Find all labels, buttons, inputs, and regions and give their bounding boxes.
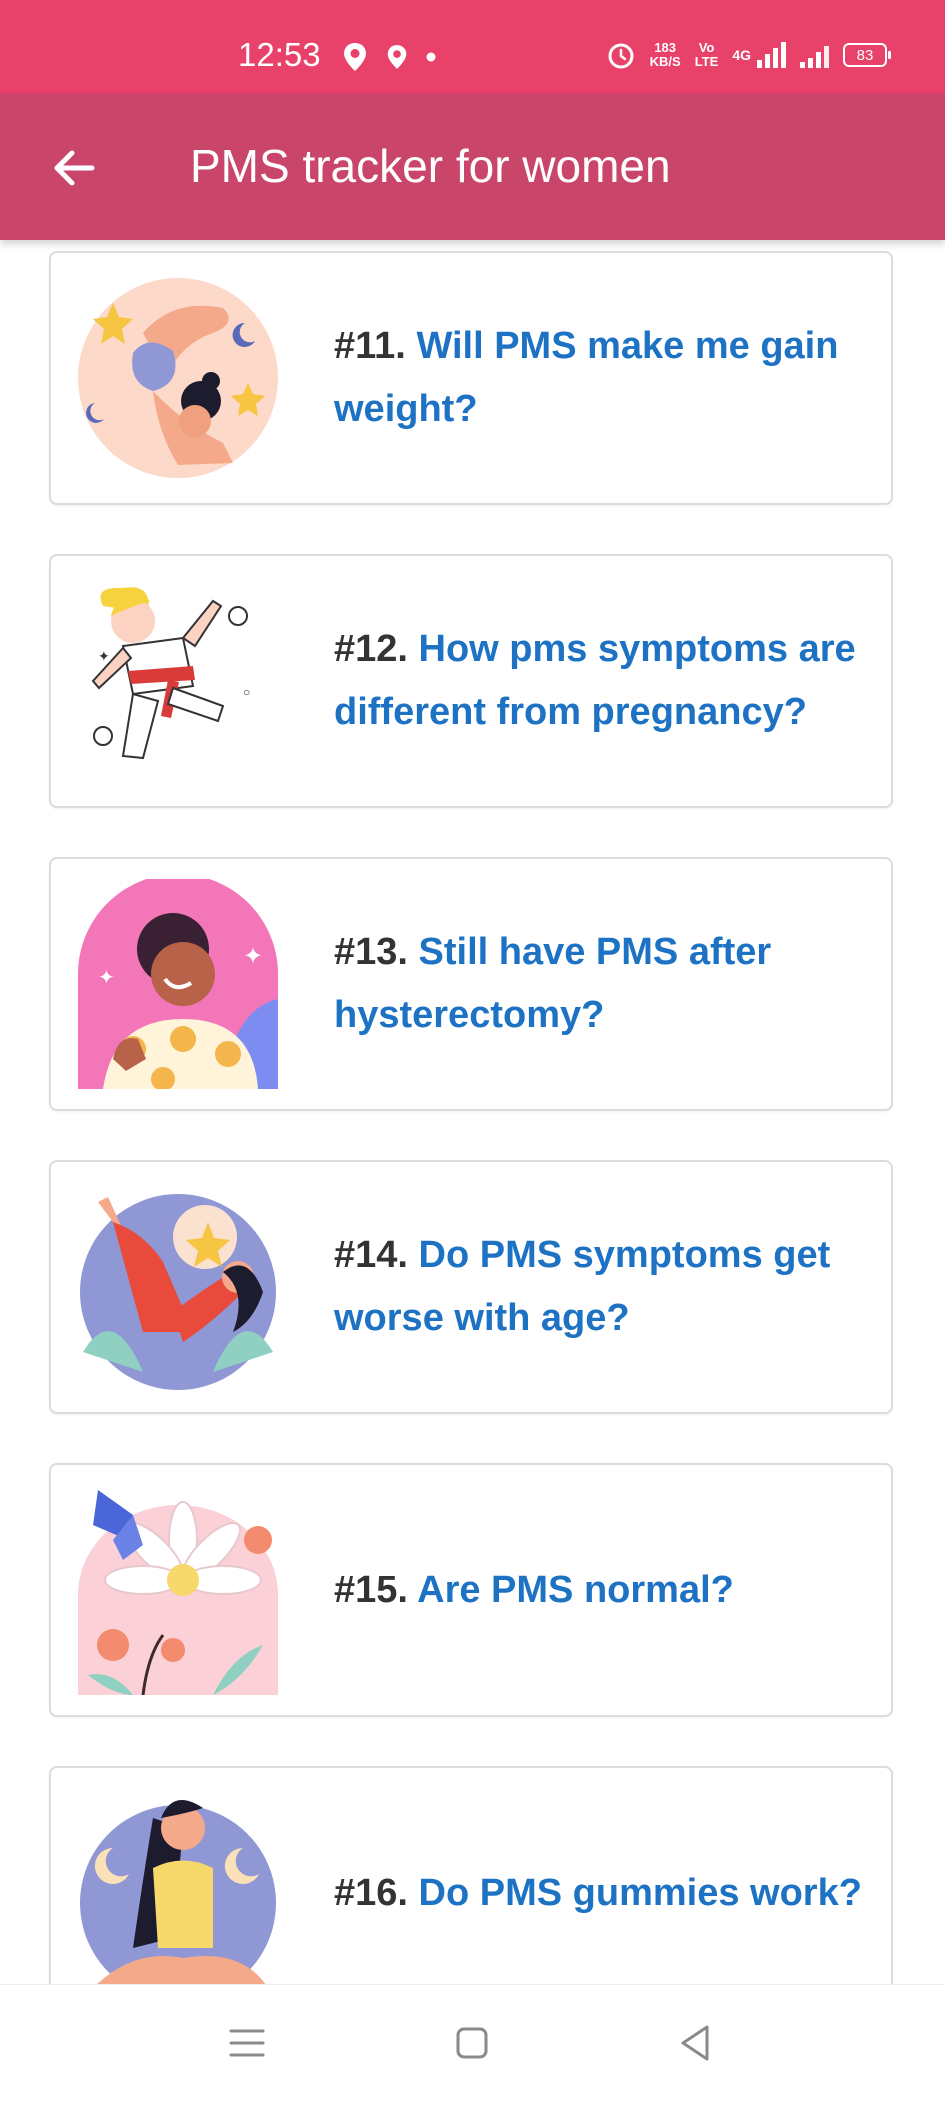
article-number: #11. <box>334 325 406 367</box>
article-card[interactable]: #11. Will PMS make me gain weight? <box>49 251 893 505</box>
article-list[interactable]: #11. Will PMS make me gain weight? ✦ ○ #… <box>0 240 945 1984</box>
article-card[interactable]: ✦ ○ #12. How pms symptoms are different … <box>49 554 893 808</box>
menu-icon[interactable] <box>225 2021 269 2065</box>
svg-text:✦: ✦ <box>98 967 115 989</box>
svg-text:○: ○ <box>243 685 250 699</box>
system-nav-bar <box>0 1984 945 2101</box>
article-number: #15. <box>334 1568 408 1611</box>
volte-bottom: LTE <box>694 54 719 69</box>
smiling-woman-illustration: ✦ ✦ <box>78 879 278 1089</box>
article-question[interactable]: How pms symptoms are different from preg… <box>334 628 856 733</box>
article-card[interactable]: #16. Do PMS gummies work? <box>49 1766 893 1984</box>
speed-value: 183 <box>654 40 677 55</box>
signal-icon <box>757 42 786 68</box>
home-square-icon[interactable] <box>450 2021 494 2065</box>
alarm-icon <box>608 43 634 69</box>
meditating-woman-illustration <box>80 1800 276 1984</box>
page-title: PMS tracker for women <box>190 140 671 192</box>
article-number: #12. <box>334 628 408 670</box>
article-question[interactable]: Do PMS symptoms get worse with age? <box>334 1234 830 1339</box>
flowers-butterfly-illustration <box>78 1490 278 1695</box>
network-speed: 183 KB/S <box>650 41 681 69</box>
volte-top: Vo <box>698 40 715 55</box>
stretching-woman-illustration <box>80 1194 276 1390</box>
app-bar: PMS tracker for women <box>0 94 945 240</box>
karate-girl-illustration: ✦ ○ <box>91 587 250 760</box>
arrow-left-icon[interactable] <box>50 144 98 192</box>
article-number: #13. <box>334 931 408 973</box>
dot-icon <box>426 52 436 62</box>
battery-icon: 83 <box>843 43 891 67</box>
status-bar: 12:53 183 KB/S Vo LTE 4G 83 <box>0 0 945 94</box>
yoga-woman-illustration <box>78 278 278 478</box>
battery-level: 83 <box>856 46 874 64</box>
article-question[interactable]: Do PMS gummies work? <box>419 1872 862 1914</box>
status-time: 12:53 <box>238 36 321 73</box>
article-number: #14. <box>334 1234 408 1276</box>
network-type: 4G <box>732 47 751 63</box>
location-icon <box>344 43 366 71</box>
speed-unit: KB/S <box>649 54 681 69</box>
back-triangle-icon[interactable] <box>673 2021 717 2065</box>
article-card[interactable]: ✦ ✦ #13. Still have PMS after hysterecto… <box>49 857 893 1111</box>
svg-text:✦: ✦ <box>98 648 110 664</box>
article-card[interactable]: #14. Do PMS symptoms get worse with age? <box>49 1160 893 1414</box>
article-question[interactable]: Will PMS make me gain weight? <box>334 325 838 430</box>
article-question[interactable]: Are PMS normal? <box>417 1569 734 1611</box>
article-number: #16. <box>334 1871 408 1914</box>
volte-indicator: Vo LTE <box>695 41 719 69</box>
article-card[interactable]: #15. Are PMS normal? <box>49 1463 893 1717</box>
location-icon <box>387 45 407 69</box>
svg-text:✦: ✦ <box>243 943 263 970</box>
signal-icon <box>800 42 829 68</box>
